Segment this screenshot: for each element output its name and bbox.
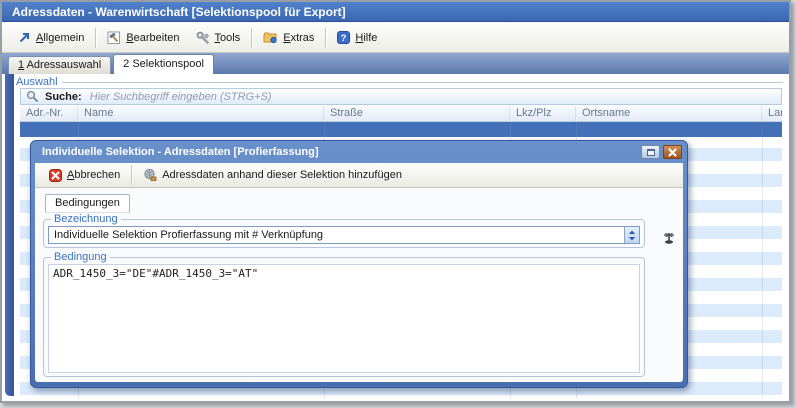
adressdaten-hinzufuegen-label: Adressdaten anhand dieser Selektion hinz… (162, 169, 402, 181)
search-label: Suche: (45, 91, 82, 103)
column-header-lkzplz[interactable]: Lkz/Plz (510, 106, 576, 121)
abbrechen-label: Abbrechen (67, 169, 120, 181)
table-header: Adr.-Nr. Name Straße Lkz/Plz Ortsname La… (20, 106, 782, 122)
toolbar-separator (251, 28, 252, 48)
search-icon (26, 90, 39, 103)
menu-bearbeiten-label: Bearbeiten (126, 32, 179, 44)
main-toolbar: Allgemein Bearbeiten Tools Extras (2, 23, 789, 53)
close-button[interactable] (663, 145, 682, 159)
menu-allgemein[interactable]: Allgemein (10, 28, 92, 47)
abbrechen-button[interactable]: Abbrechen (41, 166, 128, 185)
help-icon: ? (337, 31, 350, 44)
bedingung-legend: Bedingung (51, 251, 110, 263)
search-placeholder: Hier Suchbegriff eingeben (STRG+S) (90, 91, 272, 103)
add-selection-icon (143, 168, 157, 182)
search-bar[interactable]: Suche: Hier Suchbegriff eingeben (STRG+S… (20, 88, 782, 105)
tab-adressauswahl[interactable]: 1 Adressauswahl (8, 56, 111, 74)
window-title: Adressdaten - Warenwirtschaft [Selektion… (12, 5, 346, 19)
dialog-window-buttons (641, 145, 682, 159)
bezeichnung-combobox[interactable]: Individuelle Selektion Profierfassung mi… (48, 226, 640, 244)
close-icon (668, 148, 677, 157)
bezeichnung-value: Individuelle Selektion Profierfassung mi… (49, 229, 323, 241)
dialog-body: Abbrechen Adressdaten anhand dieser Sele… (35, 163, 683, 382)
combobox-spinner[interactable] (624, 227, 639, 243)
svg-text:?: ? (341, 33, 347, 44)
bedingung-fieldset: Bedingung ADR_1450_3="DE"#ADR_1450_3="AT… (43, 251, 645, 377)
dialog-toolbar: Abbrechen Adressdaten anhand dieser Sele… (35, 163, 683, 188)
page-tabstrip: 1 Adressauswahl 2 Selektionspool (2, 53, 789, 74)
hammer-icon (107, 31, 121, 45)
nav-arrow-icon (18, 31, 31, 44)
cancel-icon (49, 169, 62, 182)
restore-button[interactable] (641, 145, 660, 159)
column-header-name[interactable]: Name (78, 106, 324, 121)
tab-selektionspool[interactable]: 2 Selektionspool (113, 54, 214, 74)
toolbar-separator (131, 165, 132, 185)
application-window: Adressdaten - Warenwirtschaft [Selektion… (0, 0, 791, 403)
selected-row[interactable] (20, 122, 782, 137)
menu-extras-label: Extras (283, 32, 314, 44)
apply-filter-icon[interactable] (661, 230, 677, 246)
individuelle-selektion-dialog: Individuelle Selektion - Adressdaten [Pr… (30, 140, 688, 388)
toolbar-separator (95, 28, 96, 48)
updown-arrows-icon (628, 230, 636, 241)
column-header-strasse[interactable]: Straße (324, 106, 510, 121)
menu-extras[interactable]: Extras (255, 28, 322, 47)
dialog-title: Individuelle Selektion - Adressdaten [Pr… (42, 146, 318, 158)
menu-tools-label: Tools (215, 32, 241, 44)
wrench-icon (196, 31, 210, 45)
bezeichnung-fieldset: Bezeichnung Individuelle Selektion Profi… (43, 213, 645, 248)
column-separator (762, 122, 763, 398)
menu-tools[interactable]: Tools (188, 28, 249, 48)
column-header-adrnr[interactable]: Adr.-Nr. (20, 106, 78, 121)
adressdaten-hinzufuegen-button[interactable]: Adressdaten anhand dieser Selektion hinz… (135, 165, 410, 185)
bezeichnung-legend: Bezeichnung (51, 213, 121, 225)
window-titlebar: Adressdaten - Warenwirtschaft [Selektion… (2, 2, 789, 22)
menu-hilfe-label: Hilfe (355, 32, 377, 44)
column-header-land[interactable]: Land (762, 106, 782, 121)
folder-icon (263, 31, 278, 44)
auswahl-group-label: Auswahl (16, 76, 58, 88)
toolbar-separator (325, 28, 326, 48)
column-header-ortsname[interactable]: Ortsname (576, 106, 762, 121)
screen: Adressdaten - Warenwirtschaft [Selektion… (0, 0, 796, 408)
bedingungen-page: Bedingungen Bezeichnung Individuelle Sel… (35, 188, 683, 382)
auswahl-group-border (62, 82, 783, 83)
dialog-titlebar: Individuelle Selektion - Adressdaten [Pr… (35, 141, 683, 163)
tab-page-content: Auswahl Suche: Hier Suchbegriff eingeben… (2, 74, 789, 401)
bedingung-textarea[interactable]: ADR_1450_3="DE"#ADR_1450_3="AT" (48, 264, 640, 373)
tab-bedingungen[interactable]: Bedingungen (45, 194, 130, 213)
bedingung-expression: ADR_1450_3="DE"#ADR_1450_3="AT" (53, 267, 635, 280)
restore-icon (647, 149, 655, 156)
menu-allgemein-label: Allgemein (36, 32, 84, 44)
page-frame-accent (5, 74, 14, 396)
menu-bearbeiten[interactable]: Bearbeiten (99, 28, 187, 48)
menu-hilfe[interactable]: ? Hilfe (329, 28, 385, 47)
